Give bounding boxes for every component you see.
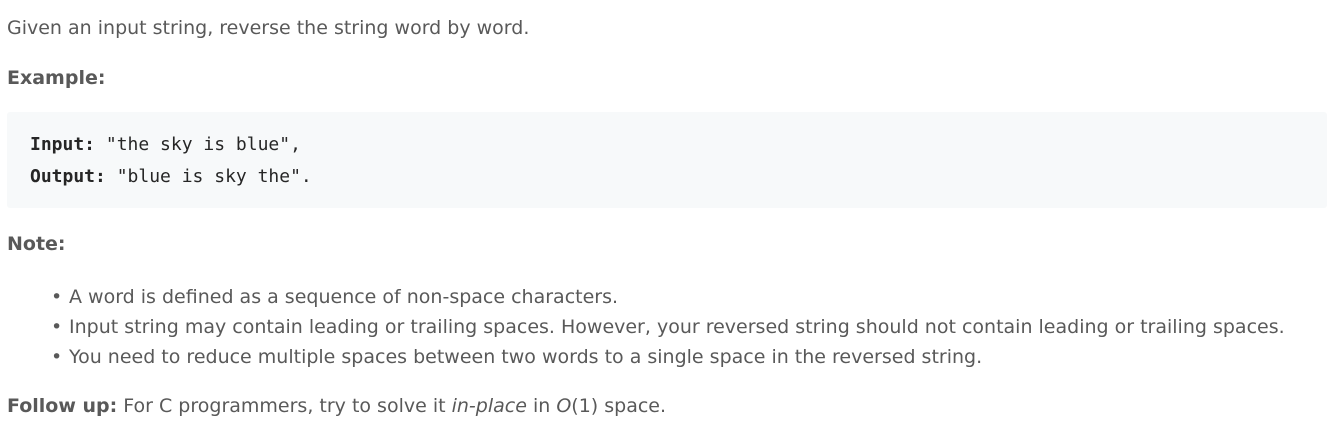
follow-up-text-middle: in	[526, 395, 557, 417]
follow-up-text: For C programmers, try to solve it	[117, 395, 452, 417]
follow-up: Follow up: For C programmers, try to sol…	[7, 393, 666, 419]
note-heading: Note:	[7, 233, 66, 255]
note-item-text: You need to reduce multiple spaces betwe…	[69, 346, 983, 368]
example-output-line: Output: "blue is sky the".	[30, 165, 312, 189]
example-input-key: Input:	[30, 134, 96, 155]
list-item: • Input string may contain leading or tra…	[51, 312, 1285, 342]
bullet-icon: •	[51, 346, 63, 368]
follow-up-label: Follow up:	[7, 395, 118, 417]
bullet-icon: •	[51, 316, 63, 338]
example-input-value: "the sky is blue",	[95, 134, 301, 155]
bullet-icon: •	[51, 286, 63, 308]
note-list: • A word is defined as a sequence of non-…	[51, 282, 1285, 372]
complexity-rest: (1) space.	[571, 395, 667, 417]
example-heading: Example:	[7, 67, 106, 89]
note-item-text: Input string may contain leading or trai…	[69, 316, 1285, 338]
note-item-text: A word is defined as a sequence of non-s…	[69, 286, 619, 308]
follow-up-emphasis: in-place	[451, 395, 527, 417]
example-input-line: Input: "the sky is blue",	[30, 133, 301, 157]
complexity-symbol: O	[556, 395, 572, 417]
example-output-value: "blue is sky the".	[105, 166, 312, 187]
list-item: • A word is defined as a sequence of non-…	[51, 282, 1285, 312]
list-item: • You need to reduce multiple spaces betw…	[51, 342, 1285, 372]
problem-statement: Given an input string, reverse the strin…	[7, 17, 530, 39]
example-code-block: Input: "the sky is blue", Output: "blue …	[7, 112, 1327, 208]
example-output-key: Output:	[30, 166, 106, 187]
